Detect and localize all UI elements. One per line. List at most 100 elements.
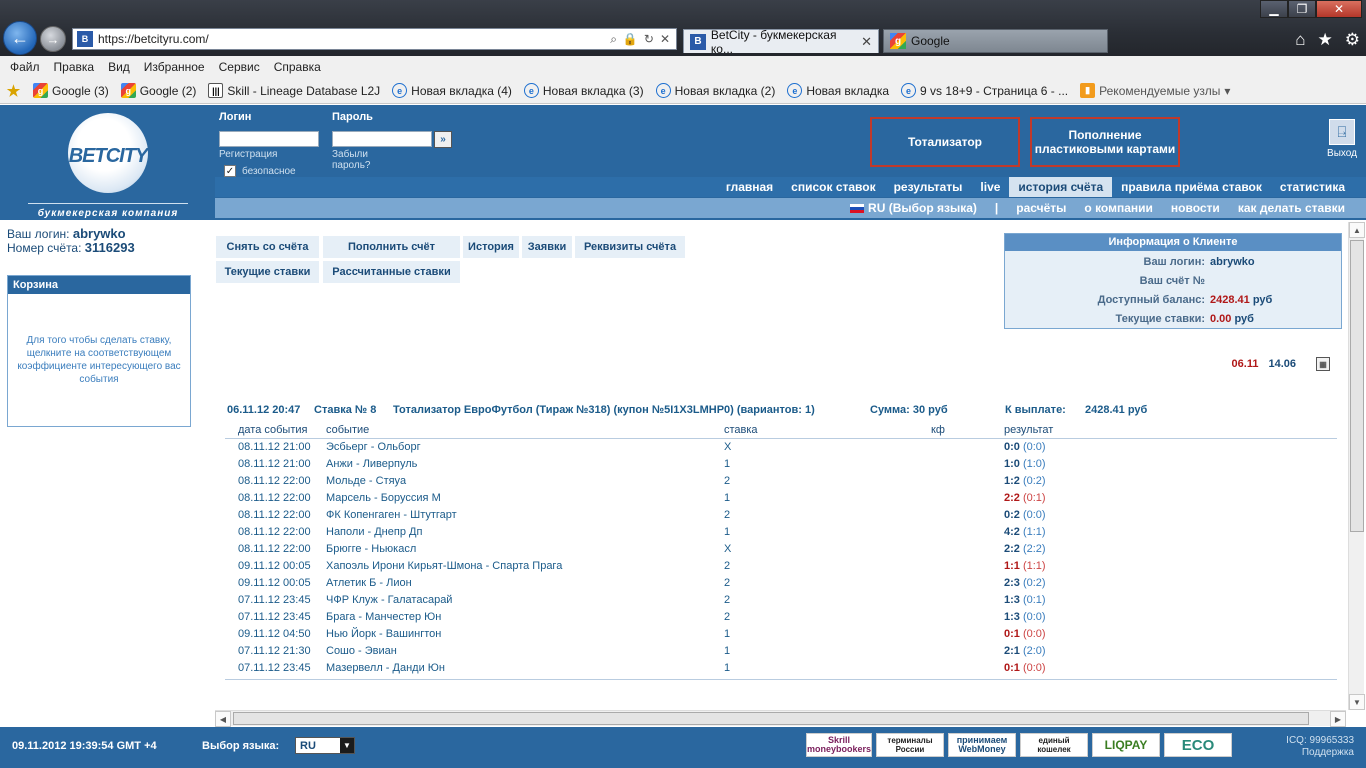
half-score: (0:2) <box>1022 475 1046 487</box>
user-info: Ваш логин: abrywko Номер счёта: 3116293 <box>7 226 135 256</box>
favorite-link[interactable]: e Новая вкладка (2) <box>655 83 775 98</box>
history-button[interactable]: История <box>463 236 519 258</box>
search-icon[interactable]: ⌕ <box>610 32 617 47</box>
forgot-password-link[interactable]: Забыли пароль? <box>332 149 371 171</box>
scroll-up-icon[interactable]: ▲ <box>1349 222 1365 238</box>
webmoney-logo[interactable]: принимаем WebMoney <box>948 733 1016 757</box>
tab-betcity[interactable]: B BetCity - букмекерская ко... ✕ <box>683 28 879 56</box>
menu-help[interactable]: Справка <box>274 60 321 74</box>
card-topup-button[interactable]: Пополнение пластиковыми картами <box>1030 117 1180 167</box>
vertical-scrollbar[interactable]: ▲ ▼ <box>1348 222 1365 710</box>
menu-view[interactable]: Вид <box>108 60 130 74</box>
refresh-icon[interactable]: ↻ <box>644 32 654 47</box>
menu-favorites[interactable]: Избранное <box>144 60 205 74</box>
wallet-one-logo[interactable]: единый кошелек <box>1020 733 1088 757</box>
back-arrow-icon[interactable]: ← <box>3 21 37 55</box>
menu-file[interactable]: Файл <box>10 60 40 74</box>
secure-connection-checkbox[interactable]: ✓ <box>224 165 236 177</box>
address-bar[interactable]: B https://betcityru.com/ ⌕ 🔒 ↻ ✕ <box>72 28 677 50</box>
lock-icon[interactable]: 🔒 <box>623 32 638 47</box>
scroll-left-icon[interactable]: ◀ <box>215 711 231 727</box>
nav-statistics[interactable]: статистика <box>1271 177 1354 197</box>
footer-language-select[interactable]: RU ▼ <box>295 737 355 754</box>
login-input[interactable] <box>219 131 319 147</box>
nav-rules[interactable]: правила приёма ставок <box>1112 177 1271 197</box>
date-to[interactable]: 14.06 <box>1268 358 1296 370</box>
forward-arrow-icon[interactable]: → <box>40 26 66 52</box>
event-result: 1:2 (0:2) <box>1004 475 1046 487</box>
tab-label: Google <box>911 34 950 48</box>
address-url[interactable]: https://betcityru.com/ <box>98 32 610 46</box>
scroll-right-icon[interactable]: ▶ <box>1330 711 1346 727</box>
nav-news[interactable]: новости <box>1162 201 1229 215</box>
withdraw-button[interactable]: Снять со счёта <box>216 236 319 258</box>
terminals-logo[interactable]: терминалы России <box>876 733 944 757</box>
google-icon: g <box>120 83 136 98</box>
stop-icon[interactable]: ✕ <box>660 32 670 47</box>
password-input[interactable] <box>332 131 432 147</box>
event-bet: 1 <box>724 662 731 674</box>
add-favorite-star-icon[interactable]: ★ <box>6 83 21 100</box>
skrill-logo[interactable]: Skrill moneybookers <box>806 733 872 757</box>
favorite-link[interactable]: e Новая вкладка (4) <box>392 83 512 98</box>
current-bets-button[interactable]: Текущие ставки <box>216 261 319 283</box>
favorite-link[interactable]: e Новая вкладка <box>787 83 889 98</box>
exit-button[interactable]: ⍈ Выход <box>1326 119 1358 159</box>
favorite-link[interactable]: ||| Skill - Lineage Database L2J <box>208 83 380 98</box>
favorite-link[interactable]: e9 vs 18+9 - Страница 6 - ... <box>901 83 1068 98</box>
tab-google[interactable]: g Google <box>883 29 1108 53</box>
table-row: 09.11.12 00:05 Атлетик Б - Лион 2 2:3 (0:2) <box>225 575 1337 592</box>
menu-tools[interactable]: Сервис <box>219 60 260 74</box>
nav-results[interactable]: результаты <box>885 177 972 197</box>
user-account-number: 3116293 <box>84 240 135 255</box>
favorites-star-icon[interactable]: ★ <box>1318 30 1333 50</box>
requisites-button[interactable]: Реквизиты счёта <box>575 236 685 258</box>
deposit-button[interactable]: Пополнить счёт <box>323 236 460 258</box>
bet-description: Тотализатор ЕвроФутбол (Тираж №318) (куп… <box>393 404 815 416</box>
calendar-icon[interactable]: ▦ <box>1316 357 1330 371</box>
support-link[interactable]: Поддержка <box>1286 747 1354 759</box>
nav-home[interactable]: главная <box>717 177 782 197</box>
sub-nav: RU (Выбор языка) | расчёты о компании но… <box>215 198 1366 218</box>
event-name: Мольде - Стяуа <box>326 475 407 487</box>
hscroll-thumb[interactable] <box>233 712 1309 725</box>
favorite-link[interactable]: e Новая вкладка (3) <box>523 83 644 98</box>
final-score: 1:3 <box>1004 611 1020 623</box>
nav-account-history[interactable]: история счёта <box>1009 177 1113 197</box>
nav-about[interactable]: о компании <box>1075 201 1161 215</box>
horizontal-scrollbar[interactable]: ◀ ▶ <box>215 710 1346 727</box>
eco-logo[interactable]: ECO <box>1164 733 1232 757</box>
favorite-link[interactable]: ▮ Рекомендуемые узлы ▾ <box>1080 83 1230 98</box>
liqpay-logo[interactable]: LIQPAY <box>1092 733 1160 757</box>
nav-how-to-bet[interactable]: как делать ставки <box>1229 201 1354 215</box>
ie-page-icon: e <box>655 83 671 98</box>
nav-bet-list[interactable]: список ставок <box>782 177 884 197</box>
half-score: (0:0) <box>1022 662 1046 674</box>
nav-settlements[interactable]: расчёты <box>1007 201 1075 215</box>
language-selector[interactable]: RU (Выбор языка) <box>841 201 986 215</box>
home-icon[interactable]: ⌂ <box>1295 30 1305 50</box>
scroll-down-icon[interactable]: ▼ <box>1349 694 1365 710</box>
settled-bets-button[interactable]: Рассчитанные ставки <box>323 261 460 283</box>
final-score: 0:2 <box>1004 509 1020 521</box>
date-from[interactable]: 06.11 <box>1232 358 1259 370</box>
close-window-icon[interactable]: ✕ <box>1316 0 1362 18</box>
maximize-icon[interactable]: ❐ <box>1288 0 1316 18</box>
betcity-logo[interactable]: BETCITY букмекерская компания <box>28 113 188 219</box>
register-link[interactable]: Регистрация <box>219 149 277 160</box>
favorite-link[interactable]: g Google (3) <box>33 83 109 98</box>
menu-edit[interactable]: Правка <box>54 60 95 74</box>
scroll-thumb[interactable] <box>1350 240 1364 532</box>
close-tab-icon[interactable]: ✕ <box>861 34 872 50</box>
requests-button[interactable]: Заявки <box>522 236 572 258</box>
favorite-link[interactable]: g Google (2) <box>120 83 196 98</box>
event-bet: 2 <box>724 577 731 589</box>
nav-live[interactable]: live <box>971 177 1009 197</box>
minimize-icon[interactable]: ▁ <box>1260 0 1288 18</box>
tools-gear-icon[interactable]: ⚙ <box>1345 30 1360 50</box>
final-score: 0:0 <box>1004 441 1020 453</box>
totalizator-button[interactable]: Тотализатор <box>870 117 1020 167</box>
half-score: (1:1) <box>1022 526 1046 538</box>
half-score: (1:1) <box>1022 560 1046 572</box>
login-submit-button[interactable]: » <box>434 131 452 148</box>
